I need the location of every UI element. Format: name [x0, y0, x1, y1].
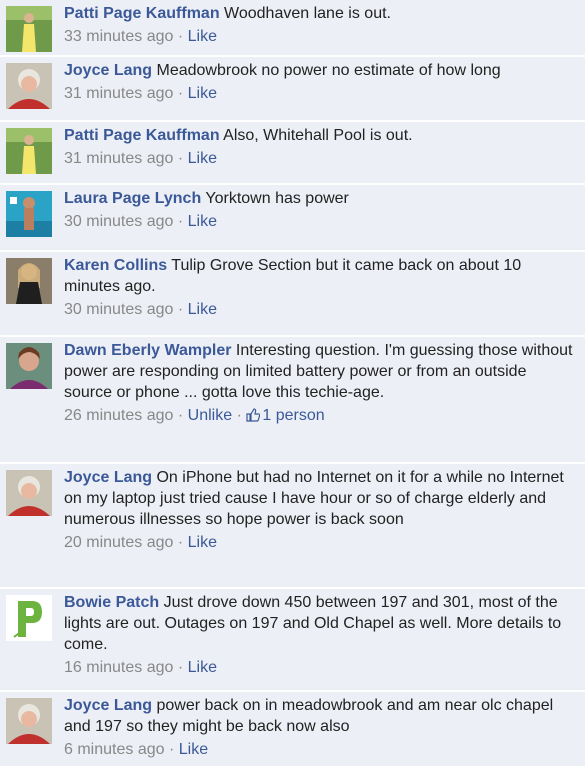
karen-avatar[interactable] — [6, 258, 52, 304]
separator: · — [177, 659, 188, 676]
comment-c3: Patti Page Kauffman Also, Whitehall Pool… — [0, 122, 585, 185]
timestamp[interactable]: 16 minutes ago — [64, 659, 173, 676]
comment-meta: 6 minutes ago · Like · — [64, 739, 575, 760]
dawn-avatar[interactable] — [6, 343, 52, 389]
comment-body: Karen Collins Tulip Grove Section but it… — [64, 255, 575, 297]
timestamp[interactable]: 26 minutes ago — [64, 407, 173, 424]
comment-c4: Laura Page Lynch Yorktown has power 30 m… — [0, 185, 585, 252]
author-link[interactable]: Karen Collins — [64, 257, 167, 274]
comment-body: Joyce Lang On iPhone but had no Internet… — [64, 467, 575, 530]
comment-meta: 33 minutes ago · Like · — [64, 26, 575, 47]
like-button[interactable]: Like — [188, 301, 217, 318]
like-button[interactable]: Like — [188, 659, 217, 676]
like-button[interactable]: Like — [188, 150, 217, 167]
comment-text: Also, Whitehall Pool is out. — [223, 127, 413, 144]
unlike-button[interactable]: Unlike — [188, 407, 232, 424]
author-link[interactable]: Dawn Eberly Wampler — [64, 342, 231, 359]
comment-text: Yorktown has power — [205, 190, 349, 207]
separator: · — [168, 741, 179, 758]
comment-c7: Joyce Lang On iPhone but had no Internet… — [0, 464, 585, 589]
comment-meta: 30 minutes ago · Like · — [64, 299, 575, 320]
author-link[interactable]: Joyce Lang — [64, 697, 152, 714]
separator: · — [177, 213, 188, 230]
author-link[interactable]: Bowie Patch — [64, 594, 159, 611]
separator: · — [236, 407, 247, 424]
timestamp[interactable]: 6 minutes ago — [64, 741, 165, 758]
separator: · — [177, 534, 188, 551]
comment-meta: 30 minutes ago · Like · — [64, 211, 575, 232]
timestamp[interactable]: 33 minutes ago — [64, 28, 173, 45]
separator: · — [177, 301, 188, 318]
joyce-avatar[interactable] — [6, 470, 52, 516]
timestamp[interactable]: 31 minutes ago — [64, 85, 173, 102]
comment-list: Patti Page Kauffman Woodhaven lane is ou… — [0, 0, 585, 768]
like-button[interactable]: Like — [179, 741, 208, 758]
joyce-avatar[interactable] — [6, 63, 52, 109]
comment-meta: 16 minutes ago · Like · — [64, 657, 575, 678]
likes-count-link[interactable]: 1 person — [246, 407, 325, 424]
author-link[interactable]: Patti Page Kauffman — [64, 5, 220, 22]
comment-meta: 20 minutes ago · Like · — [64, 532, 575, 553]
separator: · — [177, 85, 188, 102]
like-button[interactable]: Like — [188, 85, 217, 102]
separator: · — [177, 150, 188, 167]
timestamp[interactable]: 20 minutes ago — [64, 534, 173, 551]
likes-count: 1 person — [262, 407, 325, 424]
comment-c6: Dawn Eberly Wampler Interesting question… — [0, 337, 585, 464]
author-link[interactable]: Patti Page Kauffman — [64, 127, 220, 144]
comment-text: Woodhaven lane is out. — [224, 5, 391, 22]
like-button[interactable]: Like — [188, 213, 217, 230]
comment-c2: Joyce Lang Meadowbrook no power no estim… — [0, 57, 585, 122]
comment-meta: 26 minutes ago · Unlike · 1 person — [64, 405, 575, 426]
comment-body: Patti Page Kauffman Woodhaven lane is ou… — [64, 3, 575, 24]
likes-group: · 1 person — [237, 407, 325, 424]
patti-avatar[interactable] — [6, 128, 52, 174]
thumbs-up-icon — [246, 408, 261, 422]
author-link[interactable]: Laura Page Lynch — [64, 190, 201, 207]
like-button[interactable]: Like — [188, 534, 217, 551]
comment-body: Laura Page Lynch Yorktown has power — [64, 188, 575, 209]
comment-c8: Bowie Patch Just drove down 450 between … — [0, 589, 585, 692]
comment-meta: 31 minutes ago · Like · — [64, 148, 575, 169]
separator: · — [177, 28, 188, 45]
laura-avatar[interactable] — [6, 191, 52, 237]
author-link[interactable]: Joyce Lang — [64, 62, 152, 79]
author-link[interactable]: Joyce Lang — [64, 469, 152, 486]
separator: · — [177, 407, 188, 424]
comment-body: Joyce Lang power back on in meadowbrook … — [64, 695, 575, 737]
comment-body: Joyce Lang Meadowbrook no power no estim… — [64, 60, 575, 81]
comment-c9: Joyce Lang power back on in meadowbrook … — [0, 692, 585, 768]
timestamp[interactable]: 30 minutes ago — [64, 301, 173, 318]
comment-c5: Karen Collins Tulip Grove Section but it… — [0, 252, 585, 337]
comment-c1: Patti Page Kauffman Woodhaven lane is ou… — [0, 0, 585, 57]
bowie-patch-logo[interactable] — [6, 595, 52, 641]
patti-avatar[interactable] — [6, 6, 52, 52]
timestamp[interactable]: 30 minutes ago — [64, 213, 173, 230]
timestamp[interactable]: 31 minutes ago — [64, 150, 173, 167]
comment-meta: 31 minutes ago · Like · — [64, 83, 575, 104]
comment-text: Meadowbrook no power no estimate of how … — [156, 62, 501, 79]
comment-body: Bowie Patch Just drove down 450 between … — [64, 592, 575, 655]
joyce-avatar[interactable] — [6, 698, 52, 744]
comment-body: Patti Page Kauffman Also, Whitehall Pool… — [64, 125, 575, 146]
comment-body: Dawn Eberly Wampler Interesting question… — [64, 340, 575, 403]
like-button[interactable]: Like — [188, 28, 217, 45]
